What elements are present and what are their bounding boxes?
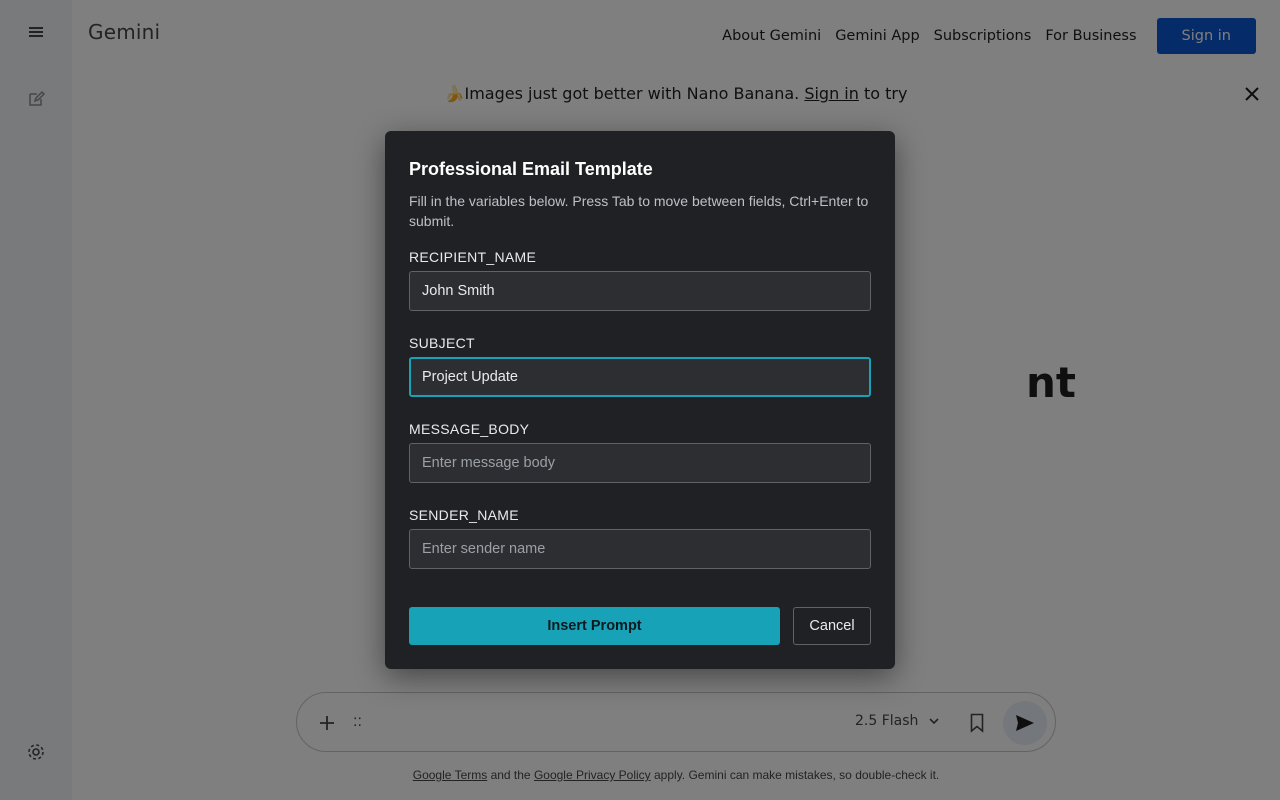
field-message-body: MESSAGE_BODY [409, 419, 871, 483]
field-sender-name: SENDER_NAME [409, 505, 871, 569]
message-body-input[interactable] [409, 443, 871, 483]
field-label: MESSAGE_BODY [409, 421, 530, 437]
dialog-title: Professional Email Template [409, 159, 653, 179]
field-label: SUBJECT [409, 335, 475, 351]
field-label: RECIPIENT_NAME [409, 249, 537, 265]
dialog-description: Fill in the variables below. Press Tab t… [409, 193, 869, 229]
insert-prompt-button[interactable]: Insert Prompt [409, 607, 780, 645]
sender-name-input[interactable] [409, 529, 871, 569]
subject-input[interactable] [409, 357, 871, 397]
recipient-name-input[interactable] [409, 271, 871, 311]
field-subject: SUBJECT [409, 333, 871, 397]
field-label: SENDER_NAME [409, 507, 519, 523]
field-recipient-name: RECIPIENT_NAME [409, 247, 871, 311]
cancel-button[interactable]: Cancel [793, 607, 871, 645]
template-dialog: Professional Email Template Fill in the … [385, 131, 895, 669]
